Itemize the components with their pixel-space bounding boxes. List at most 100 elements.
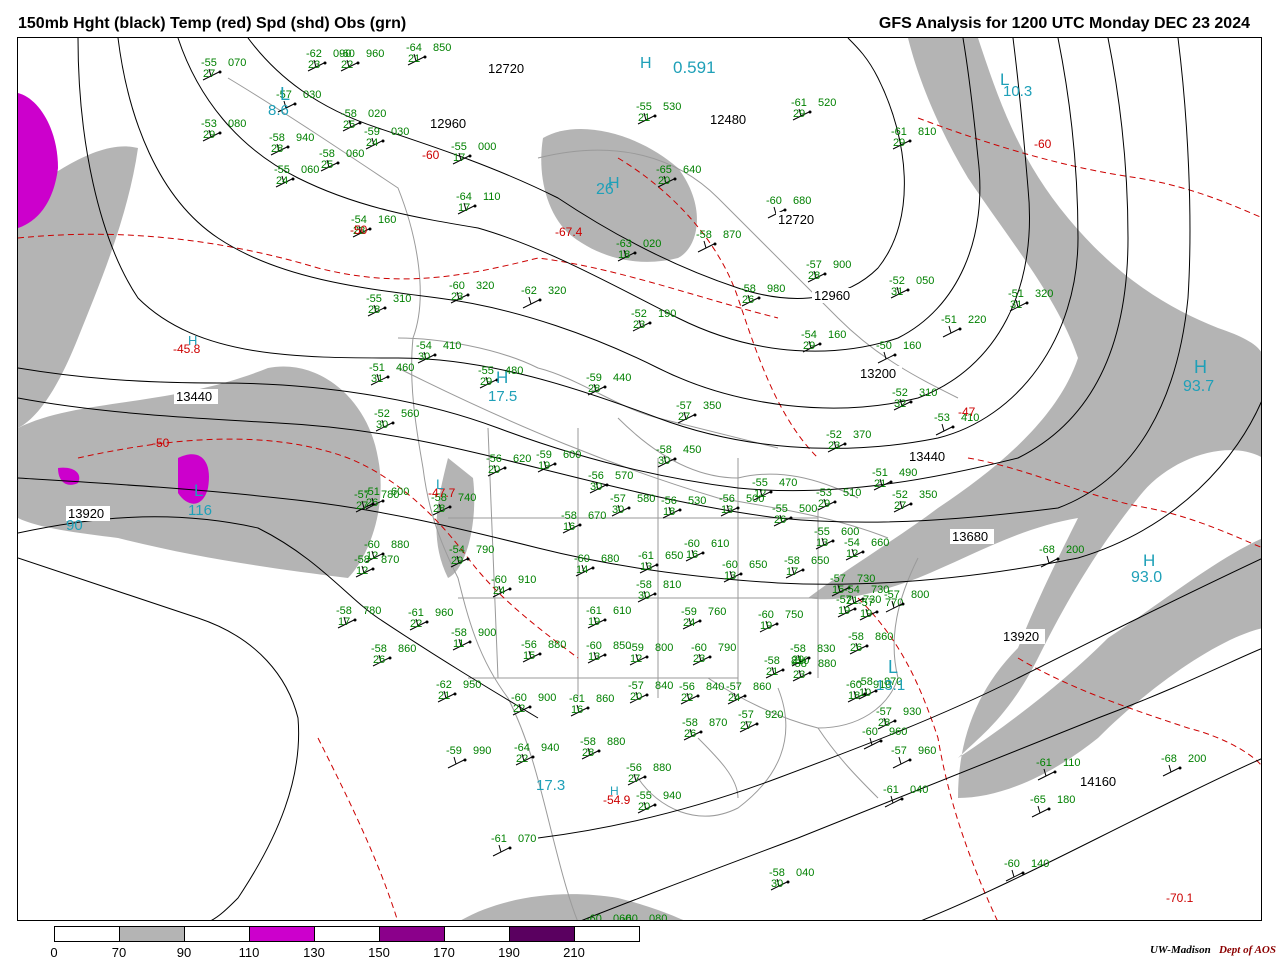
station-height: 030 (303, 89, 321, 101)
station-dot (699, 730, 703, 734)
station-dewpoint-depression: 30 (658, 455, 670, 467)
station-observation: -62 95021 (436, 679, 481, 703)
station-height: 580 (637, 493, 655, 505)
station-height: 600 (563, 449, 581, 461)
station-dot (553, 462, 557, 466)
station-dot (775, 622, 779, 626)
station-observation: -61 81029 (891, 126, 936, 150)
station-height: 610 (711, 538, 729, 550)
wind-barb-flag (941, 423, 945, 432)
station-observation: -61 96022 (408, 607, 453, 631)
speed-extremum-value: 17.5 (488, 388, 517, 405)
station-dot (808, 671, 812, 675)
station-dewpoint-depression: 30 (771, 878, 783, 890)
station-height: 320 (548, 285, 566, 297)
credit-dept: Dept of AOS (1218, 944, 1276, 956)
station-height: 940 (296, 132, 314, 144)
station-dot (433, 353, 437, 357)
station-dot (906, 288, 910, 292)
station-temperature: -53 (934, 412, 950, 424)
station-height: 780 (363, 605, 381, 617)
station-dewpoint-depression: 30 (612, 504, 624, 516)
station-dot (336, 161, 340, 165)
station-dewpoint-depression: 28 (588, 383, 600, 395)
station-height: 320 (1035, 288, 1053, 300)
station-dot (713, 242, 717, 246)
station-dot (673, 457, 677, 461)
station-dot (633, 251, 637, 255)
height-label: 13680 (952, 529, 988, 544)
station-dot (1053, 770, 1057, 774)
height-contour (18, 557, 300, 920)
station-observation: -58 870 (696, 229, 741, 253)
station-temperature: -60 (862, 726, 878, 738)
station-dewpoint-depression: 12 (356, 565, 368, 577)
station-height: 810 (918, 126, 936, 138)
station-temperature: -57 (891, 745, 907, 757)
station-dot (356, 61, 360, 65)
station-observation: -57 86024 (726, 681, 771, 705)
station-observation: -61 070 (491, 833, 536, 857)
colorbar-tick-label: 130 (303, 945, 325, 960)
station-observation: -60 61016 (684, 538, 729, 562)
station-dewpoint-depression: 22 (410, 618, 422, 630)
temperature-label: -60 (422, 148, 440, 162)
station-dewpoint-depression: 30 (376, 419, 388, 431)
station-height: 500 (799, 503, 817, 515)
station-dewpoint-depression: 13 (721, 504, 733, 516)
station-height: 850 (433, 42, 451, 54)
station-observation: -60 75019 (758, 609, 803, 633)
station-height: 860 (875, 631, 893, 643)
station-dewpoint-depression: 17 (338, 616, 350, 628)
station-height: 870 (723, 229, 741, 241)
speed-extremum-value: 8.6 (268, 102, 289, 119)
station-dot (958, 327, 962, 331)
station-observation: -52 56030 (374, 408, 419, 432)
station-dot (879, 739, 883, 743)
station-dot (1025, 301, 1029, 305)
station-dewpoint-depression: 18 (618, 249, 630, 261)
station-dewpoint-depression: 20 (488, 464, 500, 476)
station-observation: -55 47012 (752, 477, 797, 501)
speed-extremum-value: 93.0 (1131, 569, 1162, 586)
speed-extremum-value: 116 (188, 502, 212, 519)
station-dot (769, 490, 773, 494)
station-temperature: -60 (622, 913, 638, 921)
station-dot (893, 719, 897, 723)
station-dewpoint-depression: 24 (366, 137, 378, 149)
station-dot (1178, 766, 1182, 770)
station-dot (653, 114, 657, 118)
station-dot (368, 227, 372, 231)
station-height: 570 (615, 470, 633, 482)
station-dewpoint-depression: 23 (793, 669, 805, 681)
station-height: 530 (663, 101, 681, 113)
colorbar-segment (380, 927, 445, 941)
station-height: 940 (541, 742, 559, 754)
station-temperature: -61 (883, 784, 899, 796)
colorbar-segment (250, 927, 315, 941)
wind-barb-flag (1168, 764, 1172, 773)
station-dewpoint-depression: 12 (846, 548, 858, 560)
station-observation: -56 88027 (626, 762, 671, 786)
station-height: 200 (1188, 753, 1206, 765)
colorbar-segment (315, 927, 380, 941)
station-observation: -61 65013 (638, 550, 683, 574)
station-dewpoint-depression: 16 (571, 704, 583, 716)
colorbar-segment (445, 927, 510, 941)
station-dot (353, 618, 357, 622)
station-dot (901, 602, 905, 606)
station-observation: -61 61019 (586, 605, 631, 629)
station-dewpoint-depression: 24 (276, 175, 288, 187)
station-dewpoint-depression: 28 (368, 304, 380, 316)
station-dot (909, 502, 913, 506)
station-observation: -64 94022 (514, 742, 559, 766)
speed-extremum-value: 17.3 (536, 777, 565, 794)
station-observation: -57 92027 (738, 709, 783, 733)
station-dewpoint-depression: 15 (523, 650, 535, 662)
wind-barb-flag (948, 325, 952, 334)
height-label: 12720 (488, 61, 524, 76)
station-temperature: -65 (1030, 794, 1046, 806)
station-observation: -56 88015 (521, 639, 566, 663)
station-temperature: -57 (884, 589, 900, 601)
station-dewpoint-depression: 26 (742, 294, 754, 306)
